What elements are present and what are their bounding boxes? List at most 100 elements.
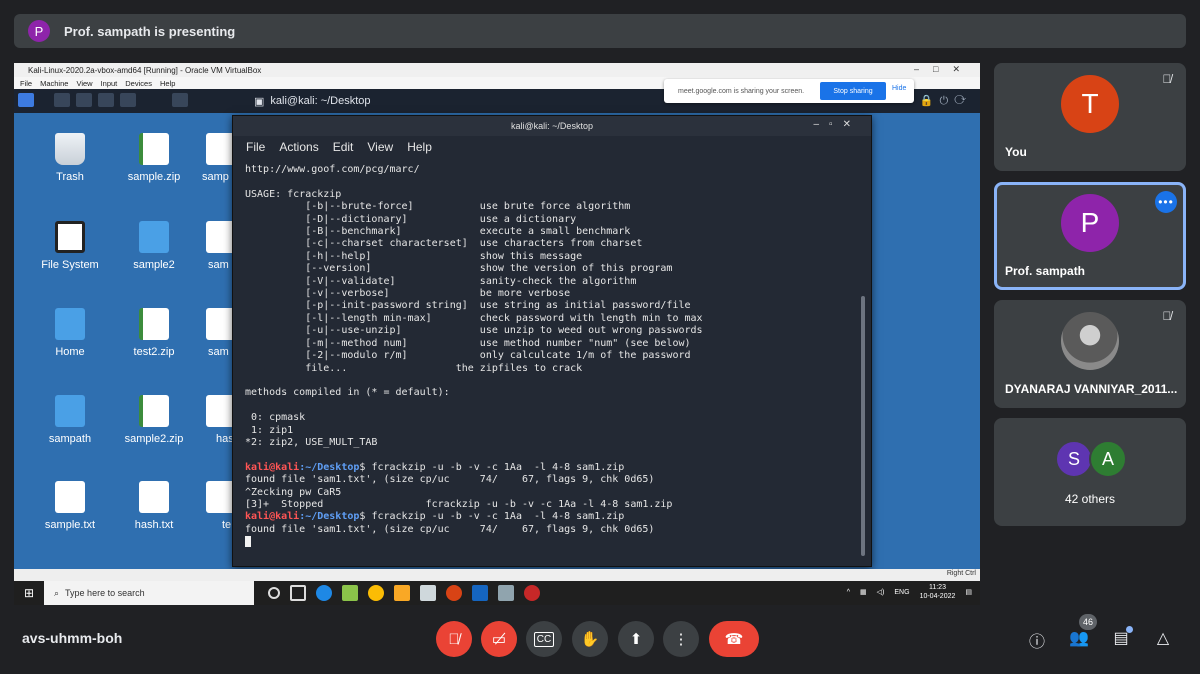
share-notice-text: meet.google.com is sharing your screen.	[678, 87, 805, 95]
participant-tile-dyanaraj[interactable]: 🎙̸ DYANARAJ VANNIYAR_2011...	[994, 300, 1186, 408]
kali-menu-icon[interactable]	[18, 93, 34, 107]
volume-icon[interactable]: ◁)	[877, 588, 885, 596]
stop-sharing-button[interactable]: Stop sharing	[820, 82, 886, 100]
terminal-line: USAGE: fcrackzip	[245, 188, 342, 200]
mic-off-icon: 🎙̸	[448, 630, 460, 648]
taskbar-search-box[interactable]: ⌕ Type here to search	[44, 581, 254, 605]
tray-chevron-icon[interactable]: ^	[847, 589, 850, 596]
more-options-button[interactable]: ⋮	[663, 621, 699, 657]
terminal-line: *2: zip2, USE_MULT_TAB	[245, 436, 378, 448]
meeting-info-button[interactable]: ⓘ	[1026, 628, 1048, 651]
window-list-icon[interactable]	[172, 93, 188, 107]
terminal-output[interactable]: http://www.goof.com/pcg/marc/ USAGE: fcr…	[245, 164, 857, 560]
vbox-menu-view[interactable]: View	[76, 79, 92, 88]
more-options-icon[interactable]: •••	[1155, 191, 1177, 213]
terminal-window[interactable]: kali@kali: ~/Desktop –▫✕ File Actions Ed…	[232, 115, 872, 567]
camera-toggle-button[interactable]: ▭̸	[481, 621, 517, 657]
file-icon	[206, 133, 234, 165]
clock-date: 10-04-2022	[919, 593, 956, 600]
language-indicator[interactable]: ENG	[894, 589, 909, 596]
terminal-title-bar[interactable]: kali@kali: ~/Desktop –▫✕	[233, 116, 871, 136]
terminal-menu-edit[interactable]: Edit	[333, 140, 354, 154]
leave-call-button[interactable]: ☎	[709, 621, 759, 657]
participant-count-badge: 46	[1079, 614, 1097, 630]
file-icon	[206, 308, 234, 340]
windows-start-icon[interactable]: ⊞	[14, 586, 44, 600]
taskbar-clock[interactable]: 11:23 10-04-2022	[920, 583, 956, 601]
vbox-menu-file[interactable]: File	[20, 79, 32, 88]
desktop-icon-sample-zip[interactable]: sample.zip	[114, 133, 194, 183]
terminal-help-text: http://www.goof.com/pcg/marc/ USAGE: fcr…	[245, 164, 857, 462]
participant-tile-you[interactable]: 🎙̸ T You	[994, 63, 1186, 171]
terminal-line: [-V|--validate] sanity-check the algorit…	[245, 275, 637, 287]
present-screen-icon: ⬆	[629, 631, 643, 648]
panel-tray-icons[interactable]: 🔒⏻⟳	[920, 94, 972, 108]
chrome-icon[interactable]	[368, 585, 384, 601]
avatar: T	[1061, 75, 1119, 133]
edge-icon[interactable]	[316, 585, 332, 601]
terminal-window-controls[interactable]: –▫✕	[814, 119, 862, 130]
app-icon[interactable]	[342, 585, 358, 601]
desktop-icon-partial-5[interactable]: te	[194, 481, 234, 531]
mic-toggle-button[interactable]: 🎙̸	[436, 621, 472, 657]
vbox-menu-devices[interactable]: Devices	[125, 79, 152, 88]
windows-taskbar: ⊞ ⌕ Type here to search ^ ▦ ◁) ENG 11:23	[14, 581, 980, 605]
terminal-menu-view[interactable]: View	[367, 140, 393, 154]
desktop-icon-partial-3[interactable]: sam	[194, 308, 234, 358]
vbox-menu-input[interactable]: Input	[101, 79, 118, 88]
terminal-menu-bar: File Actions Edit View Help	[233, 136, 871, 158]
desktop-icon-trash[interactable]: Trash	[30, 133, 110, 183]
activities-button[interactable]: △	[1152, 628, 1174, 650]
participant-tile-others[interactable]: S A 42 others	[994, 418, 1186, 526]
desktop-icon-partial-4[interactable]: has	[194, 395, 234, 445]
vbox-menu-help[interactable]: Help	[160, 79, 175, 88]
captions-button[interactable]: CC	[526, 621, 562, 657]
powerpoint-icon[interactable]	[446, 585, 462, 601]
desktop-icon-sample2-zip[interactable]: sample2.zip	[114, 395, 194, 445]
browser-icon[interactable]	[120, 93, 136, 107]
participant-tile-presenter[interactable]: ••• P Prof. sampath	[994, 182, 1186, 290]
workspace-icon[interactable]	[54, 93, 70, 107]
desktop-icon-sampath[interactable]: sampath	[30, 395, 110, 445]
desktop-icon-partial-2[interactable]: sam	[194, 221, 234, 271]
raise-hand-button[interactable]: ✋	[572, 621, 608, 657]
notifications-icon[interactable]: ▤	[965, 588, 972, 596]
terminal-menu-actions[interactable]: Actions	[279, 140, 318, 154]
vbox-menu-machine[interactable]: Machine	[40, 79, 68, 88]
task-view-icon[interactable]	[290, 585, 306, 601]
desktop-icon-home[interactable]: Home	[30, 308, 110, 358]
files-icon[interactable]	[76, 93, 92, 107]
more-vert-icon: ⋮	[673, 631, 689, 648]
cortana-icon[interactable]	[268, 587, 280, 599]
desktop-icon-sample-txt[interactable]: sample.txt	[30, 481, 110, 531]
terminal-line: http://www.goof.com/pcg/marc/	[245, 164, 420, 175]
mail-icon[interactable]	[420, 585, 436, 601]
terminal-menu-help[interactable]: Help	[407, 140, 432, 154]
app-red-icon[interactable]	[524, 585, 540, 601]
participant-name: Prof. sampath	[1005, 264, 1086, 278]
people-button[interactable]: 👥	[1068, 628, 1090, 650]
present-button[interactable]: ⬆	[618, 621, 654, 657]
terminal-line: methods compiled in (* = default):	[245, 387, 450, 399]
desktop-icon-file-system[interactable]: File System	[30, 221, 110, 271]
terminal-line: [-l|--length min-max] check password wit…	[245, 312, 703, 324]
desktop-icon-partial-1[interactable]: samp	[194, 133, 234, 183]
desktop-icon-hash-txt[interactable]: hash.txt	[114, 481, 194, 531]
desktop-icon-sample2[interactable]: sample2	[114, 221, 194, 271]
network-icon[interactable]: ▦	[860, 588, 867, 596]
word-icon[interactable]	[472, 585, 488, 601]
terminal-menu-file[interactable]: File	[246, 140, 265, 154]
terminal-scrollbar[interactable]	[861, 296, 865, 556]
terminal-launcher-icon[interactable]	[98, 93, 114, 107]
panel-task-terminal[interactable]: ▣ kali@kali: ~/Desktop	[254, 93, 371, 109]
virtualbox-icon[interactable]	[498, 585, 514, 601]
terminal-line: [-v|--verbose] be more verbose	[245, 288, 571, 300]
trash-icon	[55, 133, 85, 165]
file-explorer-icon[interactable]	[394, 585, 410, 601]
desktop-icon-test2-zip[interactable]: test2.zip	[114, 308, 194, 358]
drive-icon	[55, 221, 85, 253]
hide-notice-button[interactable]: Hide	[892, 85, 906, 92]
mic-off-icon: 🎙̸	[1162, 309, 1172, 323]
window-controls[interactable]: –□✕	[914, 64, 974, 75]
